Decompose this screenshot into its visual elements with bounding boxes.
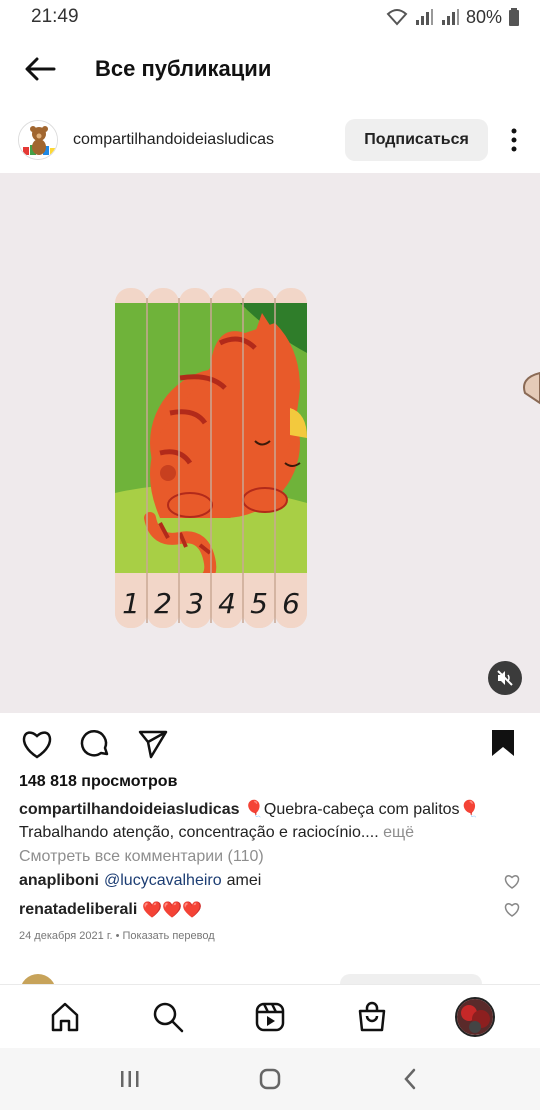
- speaker-muted-icon: [497, 670, 513, 686]
- post-actions: [0, 722, 540, 766]
- battery-icon: [509, 8, 519, 26]
- stick-number-2: 2: [154, 587, 172, 620]
- teddy-bear-logo-icon: [19, 121, 57, 159]
- stick-number-4: 4: [218, 587, 236, 620]
- comment-like-icon[interactable]: [504, 902, 520, 917]
- like-button[interactable]: [20, 727, 54, 761]
- comment-item: anapliboni @lucycavalheiro amei: [19, 872, 524, 890]
- comment-text: ❤️❤️❤️: [142, 902, 203, 919]
- stick-number-6: 6: [282, 587, 300, 620]
- shopping-bag-icon: [359, 1001, 386, 1031]
- post-author-avatar[interactable]: [18, 120, 58, 160]
- comment-item: renatadeliberali ❤️❤️❤️: [19, 900, 524, 920]
- puzzle-sticks-image: 1 2 3 4 5 6: [0, 173, 540, 713]
- reels-icon: [255, 1002, 285, 1031]
- heart-icon: [22, 731, 52, 759]
- nav-home[interactable]: [40, 992, 90, 1042]
- comment-username[interactable]: anapliboni: [19, 872, 99, 890]
- comment-username[interactable]: renatadeliberali: [19, 901, 137, 919]
- comment-bubble-icon: [80, 730, 109, 757]
- back-button[interactable]: [0, 40, 80, 98]
- search-icon: [153, 1002, 183, 1032]
- nav-reels[interactable]: [245, 992, 295, 1042]
- follow-button[interactable]: Подписаться: [345, 119, 488, 161]
- post-caption: compartilhandoideiasludicas 🎈Quebra-cabe…: [19, 798, 524, 844]
- caption-username[interactable]: compartilhandoideiasludicas: [19, 801, 240, 818]
- nav-search[interactable]: [143, 992, 193, 1042]
- back-system-button[interactable]: [380, 1054, 440, 1104]
- wifi-icon: [386, 9, 408, 26]
- stick-number-3: 3: [186, 587, 204, 620]
- stick-number-1: 1: [122, 587, 140, 620]
- post-media[interactable]: 1 2 3 4 5 6: [0, 173, 540, 713]
- status-time: 21:49: [31, 6, 79, 27]
- home-icon: [51, 1002, 79, 1031]
- comment-like-icon[interactable]: [504, 874, 520, 889]
- top-app-bar: Все публикации: [0, 40, 540, 98]
- view-count: 148 818 просмотров: [19, 773, 178, 790]
- comment-text: amei: [226, 872, 262, 889]
- bottom-navigation: [0, 984, 540, 1048]
- chevron-left-icon: [404, 1068, 416, 1090]
- nav-shop[interactable]: [347, 992, 397, 1042]
- more-options-button[interactable]: [488, 119, 540, 161]
- page-title: Все публикации: [95, 56, 272, 81]
- post-date-translate[interactable]: 24 декабря 2021 г. • Показать перевод: [19, 930, 215, 942]
- comment-button[interactable]: [78, 727, 112, 761]
- recent-apps-button[interactable]: [100, 1054, 160, 1104]
- nav-profile[interactable]: [450, 992, 500, 1042]
- stick-number-5: 5: [250, 587, 268, 620]
- post-author-username[interactable]: compartilhandoideiasludicas: [73, 131, 345, 149]
- home-circle-icon: [259, 1068, 281, 1090]
- status-bar: 21:49 80%: [0, 0, 540, 34]
- save-button[interactable]: [490, 728, 516, 763]
- comment-mention[interactable]: @lucycavalheiro: [104, 872, 222, 890]
- post-header: compartilhandoideiasludicas Подписаться: [0, 112, 540, 168]
- signal-icon: [415, 9, 433, 25]
- signal-icon-2: [441, 9, 459, 25]
- profile-avatar: [454, 996, 495, 1037]
- caption-more-link[interactable]: ещё: [383, 824, 414, 841]
- home-system-button[interactable]: [240, 1054, 300, 1104]
- share-button[interactable]: [136, 727, 170, 761]
- status-indicators: 80%: [386, 7, 520, 28]
- battery-percent: 80%: [465, 6, 502, 27]
- system-navigation-bar: [0, 1048, 540, 1110]
- arrow-left-icon: [25, 57, 56, 81]
- bookmark-filled-icon: [492, 730, 514, 756]
- view-all-comments-link[interactable]: Смотреть все комментарии (110): [19, 848, 264, 866]
- recent-apps-icon: [121, 1071, 139, 1087]
- mute-button[interactable]: [488, 661, 522, 695]
- more-vertical-icon: [511, 128, 517, 152]
- paper-plane-icon: [138, 730, 168, 759]
